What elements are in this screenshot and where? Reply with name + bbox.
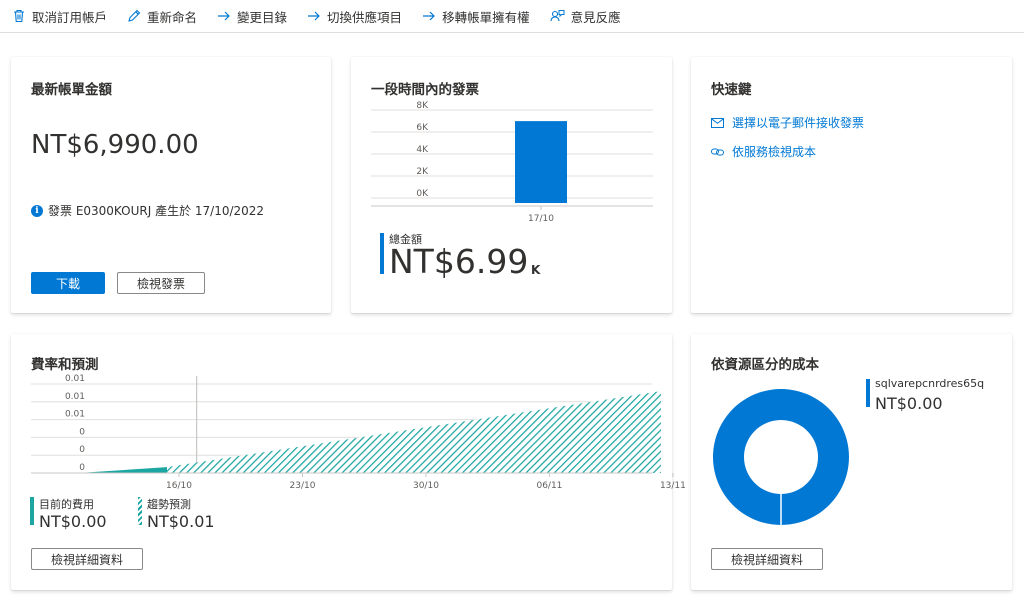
area-x-tick-label: 13/11: [660, 481, 686, 491]
area-y-tick-label: 0.01: [65, 410, 85, 420]
invoice-bar: [515, 121, 567, 203]
resource-donut-chart: [712, 389, 849, 525]
area-x-tick-label: 16/10: [166, 481, 192, 491]
rename-label: 重新命名: [147, 9, 198, 25]
feedback-label: 意見反應: [570, 9, 621, 25]
rename-button[interactable]: 重新命名: [127, 7, 197, 26]
download-button[interactable]: 下載: [31, 272, 105, 294]
total-indicator-bar: [380, 233, 384, 274]
cost-by-resource-title: 依資源區分的成本: [711, 357, 819, 373]
pencil-icon: [128, 9, 141, 22]
area-x-tick-label: 06/11: [536, 481, 562, 491]
transfer-billing-ownership-button[interactable]: 移轉帳單擁有權: [422, 7, 530, 26]
cost-by-service-link[interactable]: 依服務檢視成本: [711, 143, 816, 160]
shortcuts-title: 快速鍵: [711, 82, 752, 98]
cost-by-resource-card: 依資源區分的成本 sqlvarepcnrdres65q NT$0.00 檢視詳細…: [691, 334, 1012, 590]
info-icon: i: [31, 204, 43, 217]
current-cost-area: [78, 467, 167, 473]
switch-offer-button[interactable]: 切換供應項目: [307, 7, 402, 26]
invoice-info: i 發票 E0300KOURJ 產生於 17/10/2022: [31, 202, 264, 219]
arrow-right-icon: [423, 11, 435, 21]
resource-value: NT$0.00: [875, 394, 943, 413]
forecast-area: [167, 391, 661, 473]
email-invoice-link[interactable]: 選擇以電子郵件接收發票: [711, 114, 864, 131]
area-y-tick-label: 0.01: [65, 392, 85, 402]
area-y-tick-label: 0: [79, 445, 85, 455]
forecast-area-chart: 0 0 0 0.01 0.01 0.01 16/10 23/10 30/10 06/11 13/11: [31, 374, 686, 491]
total-value: NT$6.99: [389, 242, 529, 281]
invoices-over-time-title: 一段時間內的發票: [371, 82, 479, 98]
transfer-billing-ownership-label: 移轉帳單擁有權: [442, 9, 530, 25]
feedback-icon: [550, 9, 565, 21]
bar-y-tick-label: 6K: [416, 123, 429, 133]
area-y-tick-label: 0: [79, 463, 85, 473]
rate-view-details-button[interactable]: 檢視詳細資料: [31, 548, 143, 570]
feedback-button[interactable]: 意見反應: [550, 7, 621, 26]
latest-bill-amount: NT$6,990.00: [31, 130, 199, 160]
latest-bill-card: 最新帳單金額 NT$6,990.00 i 發票 E0300KOURJ 產生於 1…: [11, 57, 331, 313]
switch-offer-label: 切換供應項目: [327, 9, 403, 25]
cancel-subscription-label: 取消訂用帳戶: [32, 9, 108, 25]
email-invoice-label: 選擇以電子郵件接收發票: [732, 116, 865, 130]
invoices-over-time-card: 一段時間內的發票 0K 2K 4K 6K 8K 17/10 總金額 NT$6.99 K: [351, 57, 672, 313]
bar-y-tick-label: 8K: [416, 101, 429, 111]
command-bar: 取消訂用帳戶 重新命名 變更目錄 切換供應項目 移轉帳單擁有權 意見反應: [0, 0, 1024, 33]
total-unit: K: [531, 263, 541, 277]
forecast-label: 趨勢預測: [147, 498, 191, 511]
current-cost-label: 目前的費用: [39, 498, 94, 511]
area-x-tick-label: 23/10: [290, 481, 316, 491]
current-cost-value: NT$0.00: [39, 512, 107, 531]
resource-name: sqlvarepcnrdres65q: [875, 377, 985, 390]
bar-x-tick-label: 17/10: [528, 214, 554, 224]
bar-y-tick-label: 0K: [416, 189, 429, 199]
link-icon: [711, 148, 724, 155]
rate-forecast-title: 費率和預測: [31, 357, 99, 373]
cancel-subscription-button[interactable]: 取消訂用帳戶: [12, 7, 107, 26]
trash-icon: [14, 9, 24, 23]
forecast-value: NT$0.01: [147, 512, 215, 531]
area-y-tick-label: 0: [79, 427, 85, 437]
area-x-tick-label: 30/10: [413, 481, 439, 491]
area-y-tick-label: 0.01: [65, 374, 85, 384]
latest-bill-title: 最新帳單金額: [31, 82, 112, 98]
arrow-right-icon: [308, 11, 320, 21]
mail-icon: [711, 117, 724, 128]
change-directory-label: 變更目錄: [237, 9, 288, 25]
shortcuts-card: 快速鍵 選擇以電子郵件接收發票 依服務檢視成本: [691, 57, 1012, 313]
forecast-legend-swatch: [138, 497, 142, 525]
resource-legend-swatch: [866, 379, 870, 407]
bar-y-tick-label: 2K: [416, 167, 429, 177]
invoice-bar-chart: 0K 2K 4K 6K 8K 17/10: [371, 101, 653, 224]
change-directory-button[interactable]: 變更目錄: [217, 7, 287, 26]
rate-forecast-card: 費率和預測 0 0 0 0.01 0.01 0.01 16/10 23/10 30/10 06/1…: [11, 334, 686, 590]
current-cost-legend-swatch: [30, 497, 34, 525]
cost-by-service-label: 依服務檢視成本: [732, 145, 817, 159]
invoice-info-text: 發票 E0300KOURJ 產生於 17/10/2022: [48, 204, 265, 218]
view-invoice-button[interactable]: 檢視發票: [117, 272, 205, 294]
arrow-right-icon: [218, 11, 230, 21]
bar-y-tick-label: 4K: [416, 145, 429, 155]
resource-view-details-button[interactable]: 檢視詳細資料: [711, 548, 823, 570]
